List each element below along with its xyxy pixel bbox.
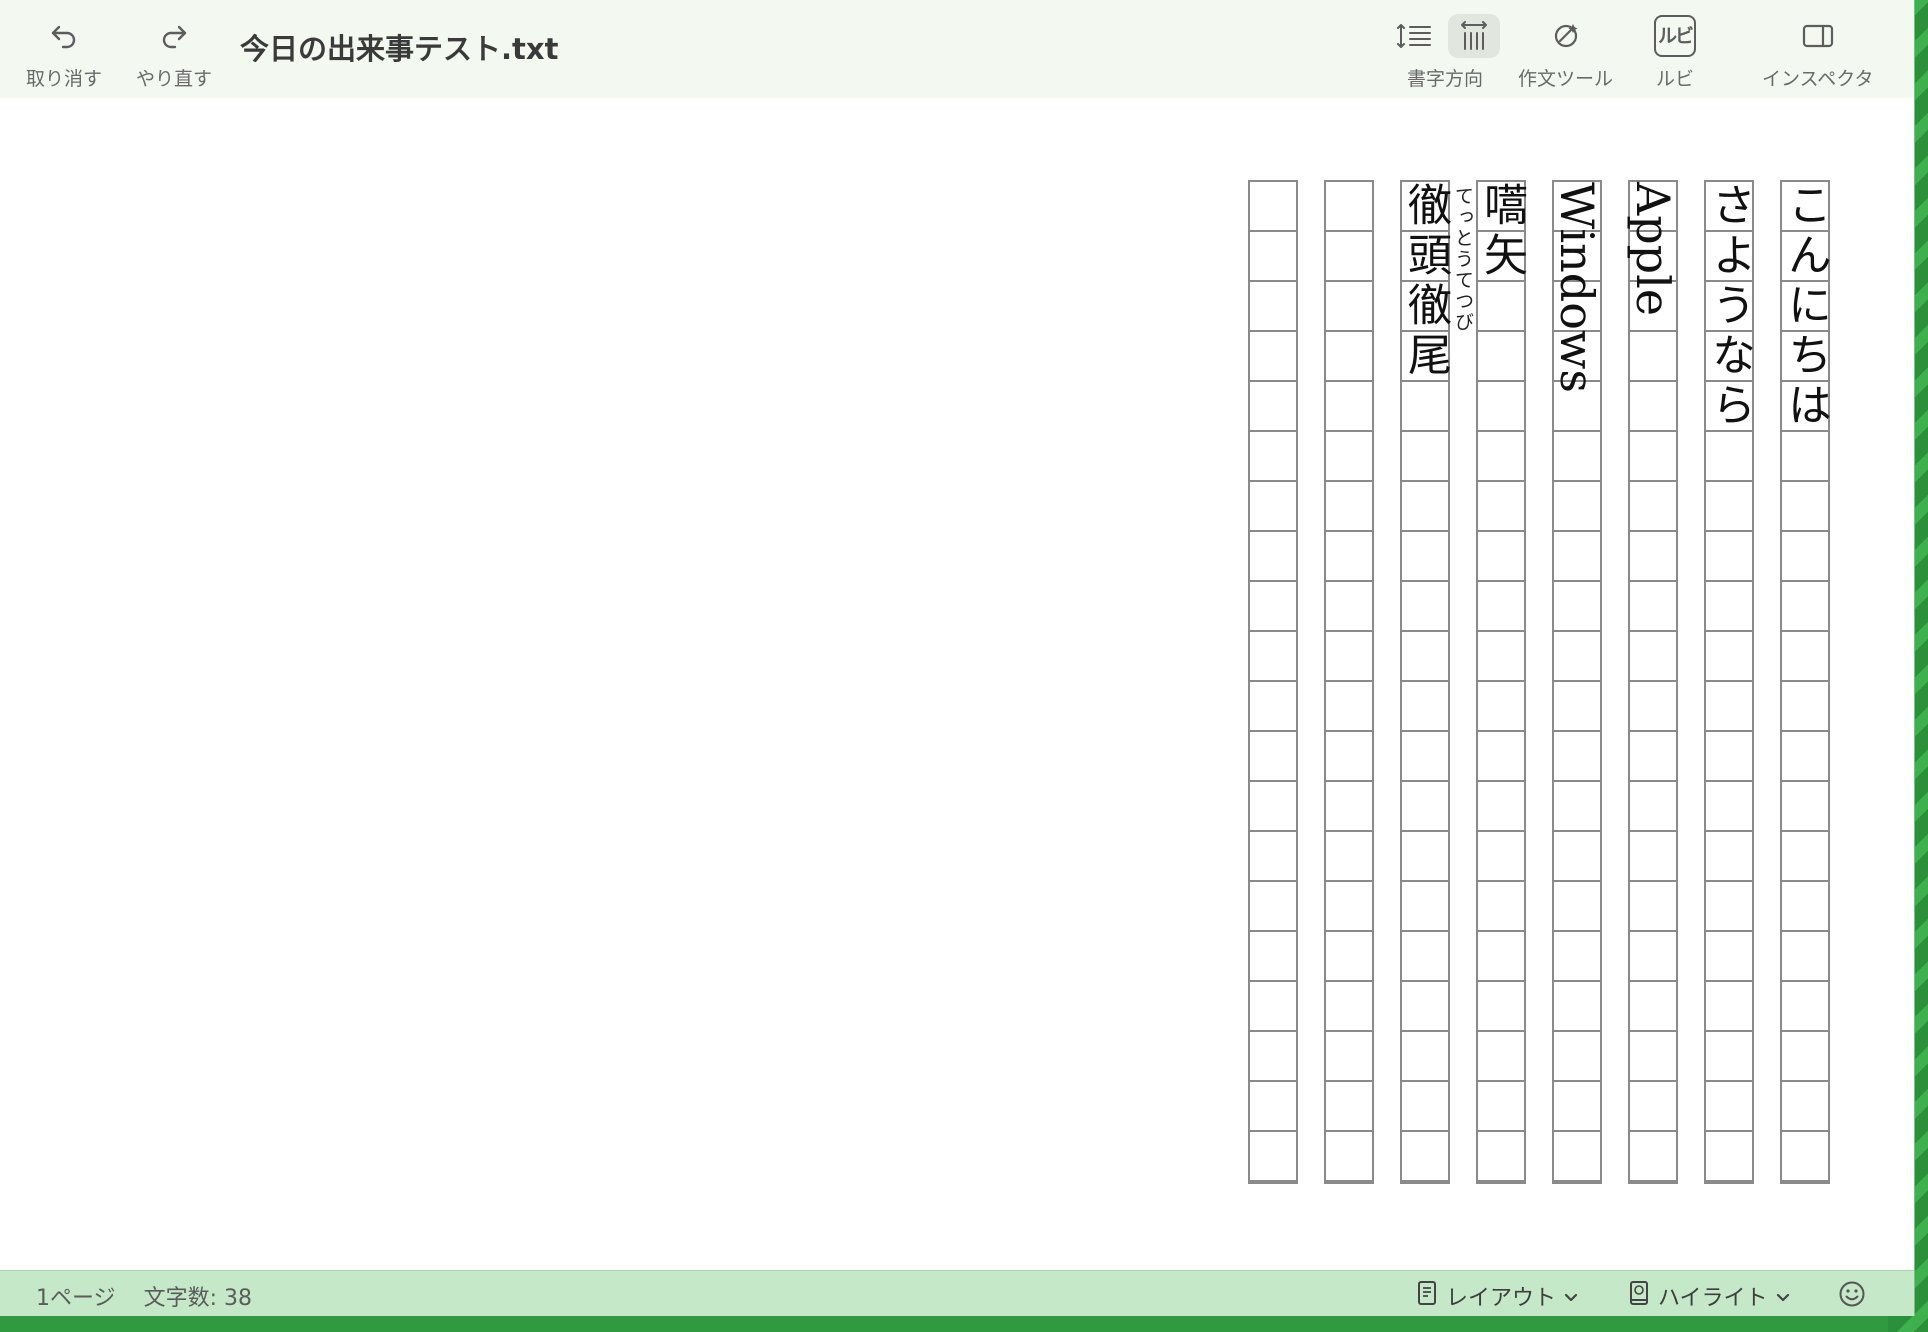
undo-button[interactable]: 取り消す bbox=[26, 14, 102, 91]
redo-button[interactable]: やり直す bbox=[136, 14, 212, 91]
column-text: 徹頭徹尾 bbox=[1400, 182, 1451, 382]
highlight-book-icon bbox=[1628, 1280, 1650, 1312]
column-text: Apple bbox=[1626, 182, 1680, 317]
manuscript-column[interactable] bbox=[1248, 180, 1298, 1184]
column-text: さようなら bbox=[1704, 182, 1755, 432]
document-icon bbox=[1416, 1280, 1438, 1312]
writing-direction-label: 書字方向 bbox=[1406, 68, 1483, 90]
redo-label: やり直す bbox=[136, 68, 213, 90]
layout-menu[interactable]: レイアウト bbox=[1416, 1280, 1578, 1312]
column-text: こんにちは bbox=[1780, 182, 1831, 432]
status-bar: 1ページ 文字数: 38 レイアウト ハイライト bbox=[0, 1270, 1914, 1316]
manuscript-column[interactable] bbox=[1324, 180, 1374, 1184]
manuscript-column[interactable]: 徹頭徹尾 bbox=[1400, 180, 1451, 1184]
column-text: 嚆矢 bbox=[1476, 182, 1527, 282]
writing-tools-button[interactable]: 作文ツール bbox=[1518, 14, 1613, 91]
emoji-button[interactable] bbox=[1838, 1280, 1866, 1314]
writing-tools-icon bbox=[1549, 14, 1583, 58]
manuscript-column[interactable]: さようなら bbox=[1704, 180, 1755, 1184]
column-text: Windows bbox=[1550, 182, 1604, 393]
ruby-annotation: てっとうてつび bbox=[1452, 186, 1474, 333]
ruby-icon: ルビ bbox=[1654, 14, 1696, 58]
inspector-button[interactable]: インスペクタ bbox=[1762, 14, 1874, 91]
manuscript-column[interactable]: 嚆矢 bbox=[1476, 180, 1527, 1184]
writing-tools-label: 作文ツール bbox=[1518, 68, 1614, 90]
undo-icon bbox=[49, 14, 79, 58]
editor-window: 取り消す やり直す 今日の出来事テスト.txt 書字方向 作文ツール ルビ ルビ… bbox=[0, 0, 1915, 1316]
page-count: 1ページ bbox=[36, 1286, 116, 1311]
character-count: 文字数: 38 bbox=[143, 1286, 252, 1311]
manuscript-column[interactable]: Apple bbox=[1626, 180, 1680, 1184]
manuscript-page[interactable]: こんにちは さようなら Apple Windows 嚆矢 徹頭徹尾 てっとうてつ… bbox=[0, 98, 1914, 1270]
highlight-menu[interactable]: ハイライト bbox=[1628, 1280, 1790, 1312]
toolbar: 取り消す やり直す 今日の出来事テスト.txt 書字方向 作文ツール ルビ ルビ… bbox=[0, 0, 1914, 98]
manuscript-column[interactable]: こんにちは bbox=[1780, 180, 1831, 1184]
layout-label: レイアウト bbox=[1446, 1286, 1557, 1311]
document-title: 今日の出来事テスト.txt bbox=[240, 32, 559, 66]
ruby-icon-text: ルビ bbox=[1654, 15, 1696, 57]
undo-label: 取り消す bbox=[26, 68, 103, 90]
highlight-label: ハイライト bbox=[1658, 1286, 1768, 1311]
ruby-label: ルビ bbox=[1655, 68, 1694, 90]
horizontal-text-icon[interactable] bbox=[1390, 14, 1438, 58]
smiley-icon bbox=[1838, 1280, 1866, 1314]
ruby-button[interactable]: ルビ ルビ bbox=[1654, 14, 1696, 91]
chevron-down-icon bbox=[1776, 1284, 1790, 1309]
vertical-text-icon[interactable] bbox=[1448, 14, 1500, 58]
chevron-down-icon bbox=[1564, 1284, 1578, 1309]
document-stats: 1ページ 文字数: 38 bbox=[36, 1280, 252, 1312]
inspector-label: インスペクタ bbox=[1762, 68, 1874, 90]
sidebar-right-icon bbox=[1802, 14, 1834, 58]
redo-icon bbox=[159, 14, 189, 58]
manuscript-column[interactable]: Windows bbox=[1550, 180, 1604, 1184]
writing-direction-button[interactable]: 書字方向 bbox=[1390, 14, 1500, 91]
